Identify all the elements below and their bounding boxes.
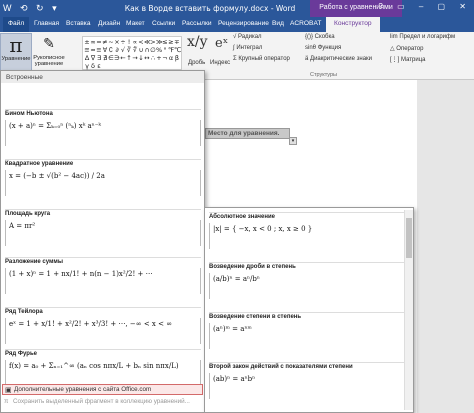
tab-design[interactable]: Дизайн (98, 20, 120, 27)
symbol-button[interactable]: ∓ (174, 38, 180, 46)
gallery-item-absolute-value[interactable]: Абсолютное значение |x| = { −x, x < 0 ; … (209, 212, 405, 249)
tab-layout[interactable]: Макет (126, 20, 145, 27)
tab-acrobat[interactable]: ACROBAT (290, 20, 321, 27)
gallery-item-taylor[interactable]: Ряд Тейлора eˣ = 1 + x/1! + x²/2! + x³/3… (5, 307, 201, 344)
matrix-button[interactable]: [⋮] Матрица (390, 56, 426, 63)
ink-equation-button[interactable]: ✎ Рукописное уравнение (33, 33, 65, 71)
group-label-structures: Структуры (310, 72, 337, 78)
tab-review[interactable]: Рецензирование (218, 20, 269, 27)
symbol-button[interactable]: ε (96, 62, 102, 70)
radical-button[interactable]: √ Радикал (233, 34, 262, 40)
scrollbar-thumb[interactable] (406, 218, 412, 258)
office-icon: ▣ (5, 387, 12, 394)
symbol-button[interactable]: β (174, 54, 180, 62)
save-icon: π (4, 398, 9, 405)
save-selection-item: π Сохранить выделенный фрагмент в коллек… (4, 398, 190, 405)
matrix-icon: [⋮] (390, 57, 402, 63)
accent-button[interactable]: ä Диакритические знаки (305, 56, 372, 62)
symbol-button[interactable]: ℃ (174, 46, 181, 54)
gallery-item-binomial[interactable]: Бином Ньютона (x + a)ⁿ = Σₖ₌₀ⁿ (ⁿₖ) xᵏ a… (5, 109, 201, 146)
gallery-item-quadratic[interactable]: Квадратное уравнение x = (−b ± √(b² − 4a… (5, 159, 201, 196)
large-operator-button[interactable]: Σ Крупный оператор (233, 56, 290, 62)
tab-file[interactable]: Файл (3, 17, 30, 32)
limit-button[interactable]: lim Предел и логарифм (390, 34, 455, 40)
tab-view[interactable]: Вид (272, 20, 284, 27)
equation-gallery-scrolled: Абсолютное значение |x| = { −x, x < 0 ; … (204, 207, 414, 413)
window-controls[interactable]: ? ▭ ‒ ▢ ✕ (378, 2, 472, 11)
function-icon: sinθ (305, 45, 318, 51)
equation-placeholder[interactable]: Место для уравнения. (205, 128, 290, 139)
pi-icon: π (9, 33, 23, 57)
gallery-item-power-of-power[interactable]: Возведение степени в степень (aⁿ)ᵐ = aⁿᵐ (209, 312, 405, 349)
fraction-icon[interactable]: x/y (187, 34, 208, 50)
gallery-item-circle-area[interactable]: Площадь круга A = πr² (5, 209, 201, 246)
pen-icon: ✎ (43, 36, 55, 52)
more-equations-link[interactable]: ▣ Дополнительные уравнения с сайта Offic… (2, 384, 203, 395)
function-button[interactable]: sinθ Функция (305, 45, 341, 51)
gallery-item-product-power[interactable]: Второй закон действий с показателями сте… (209, 362, 405, 399)
script-icon[interactable]: eˣ (215, 36, 228, 51)
fraction-button[interactable]: Дробь (188, 60, 205, 66)
script-button[interactable]: Индекс (210, 60, 230, 66)
gallery-header: Встроенные (1, 71, 204, 83)
gallery-item-fraction-power[interactable]: Возведение дроби в степень (a/b)ⁿ = aⁿ/b… (209, 262, 405, 299)
tab-home[interactable]: Главная (34, 20, 59, 27)
gallery-item-sum-expansion[interactable]: Разложение суммы (1 + x)ⁿ = 1 + nx/1! + … (5, 257, 201, 294)
gallery-item-fourier[interactable]: Ряд Фурье f(x) = a₀ + Σₙ₌₁^∞ (aₙ cos nπx… (5, 349, 201, 386)
window-title: Как в Ворде вставить формулу.docx - Word (124, 4, 296, 13)
equation-button[interactable]: π Уравнение (0, 33, 32, 71)
tab-references[interactable]: Ссылки (152, 20, 175, 27)
tab-constructor[interactable]: Конструктор (326, 17, 380, 32)
ribbon-tabs: Файл Главная Вставка Дизайн Макет Ссылки… (0, 17, 474, 32)
operator-button[interactable]: △ Оператор (390, 45, 423, 52)
title-bar: W ⟲ ↻ ▾ Как в Ворде вставить формулу.doc… (0, 0, 474, 17)
limit-icon: lim (390, 34, 400, 40)
tab-insert[interactable]: Вставка (66, 20, 91, 27)
equation-gallery: Встроенные Бином Ньютона (x + a)ⁿ = Σₖ₌₀… (0, 70, 205, 413)
symbol-gallery: ± ∞ = ≠ ~ × ÷! ∝ < ≪ > ≫ ≤ ≥ ∓ ≅ ≈ ≡ ∀ ∁ ∂ √ ∛ ∜ ∪ ∩ ∅% ° ℉ ℃ ∆ ∇ ∃ ∄ ∈ ∋ ← ↑… (82, 36, 182, 70)
bracket-button[interactable]: {()} Скобка (305, 34, 335, 40)
bracket-icon: {()} (305, 34, 315, 40)
tab-mailings[interactable]: Рассылки (182, 20, 212, 27)
chevron-down-icon[interactable]: ▾ (289, 137, 297, 145)
workspace-background (417, 80, 474, 413)
quick-access-toolbar[interactable]: W ⟲ ↻ ▾ (3, 3, 60, 14)
integral-button[interactable]: ∫ Интеграл (233, 45, 262, 51)
